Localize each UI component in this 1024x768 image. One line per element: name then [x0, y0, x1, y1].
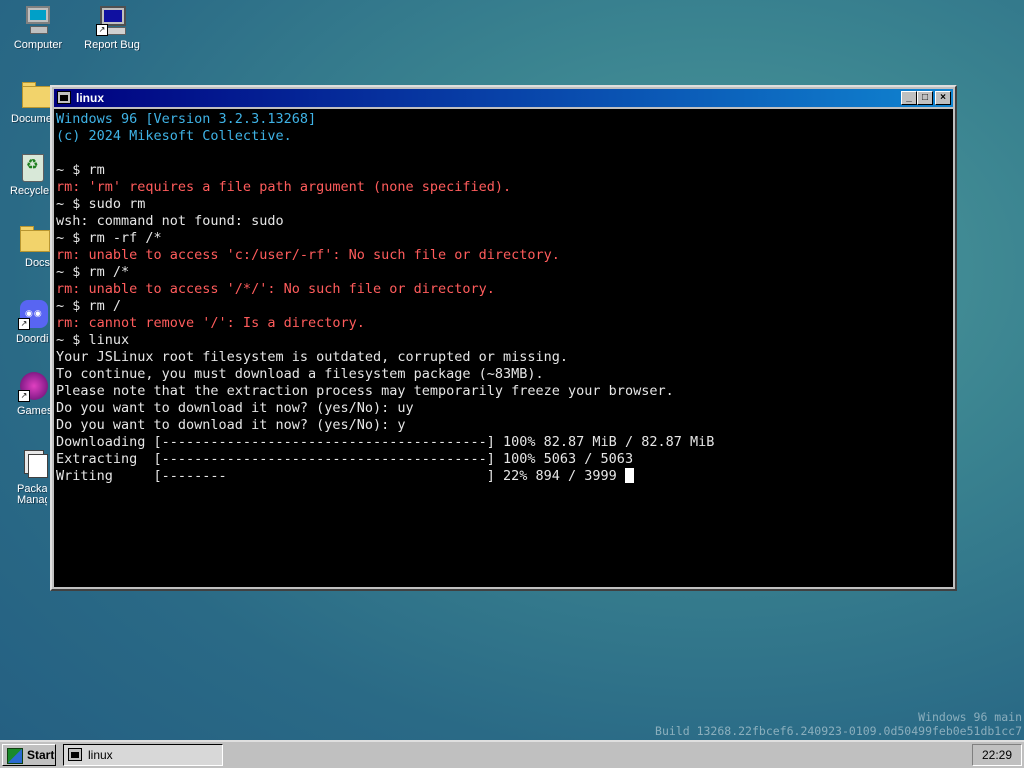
build-watermark: Windows 96 main Build 13268.22fbcef6.240…: [655, 710, 1022, 738]
desktop-icon-label: Doordi: [16, 334, 49, 345]
windows-logo-icon: [7, 748, 23, 764]
terminal-line: ~ $ rm: [56, 162, 105, 178]
games-icon: ↗: [18, 370, 50, 402]
taskbar-item-linux[interactable]: linux: [63, 744, 223, 766]
terminal-line: Please note that the extraction process …: [56, 383, 674, 399]
start-button[interactable]: Start: [2, 744, 56, 766]
terminal-app-icon: [68, 748, 82, 761]
terminal-line: rm: cannot remove '/': Is a directory.: [56, 315, 365, 331]
desktop-icon-label: Packa Manag: [17, 484, 47, 506]
window-titlebar[interactable]: linux _ □ ×: [54, 89, 953, 107]
terminal-line: (c) 2024 Mikesoft Collective.: [56, 128, 292, 144]
terminal-line: rm: 'rm' requires a file path argument (…: [56, 179, 512, 195]
recycle-bin-icon: [16, 150, 48, 182]
clock: 22:29: [981, 748, 1013, 762]
desktop-icon-label: Computer: [13, 40, 63, 51]
folder-icon: [20, 78, 52, 110]
desktop-icon-doordi[interactable]: ↗ Doordi: [0, 298, 50, 345]
desktop-icon-label: Docs: [25, 258, 50, 269]
terminal-line: Your JSLinux root filesystem is outdated…: [56, 349, 569, 365]
window-title: linux: [76, 91, 105, 105]
terminal-line: ~ $ rm /: [56, 298, 122, 314]
close-button[interactable]: ×: [935, 91, 951, 105]
terminal-line: Windows 96 [Version 3.2.3.13268]: [56, 111, 317, 127]
desktop-icon-label: Report Bug: [84, 40, 140, 51]
start-label: Start: [27, 748, 55, 762]
terminal-line: Extracting [----------------------------…: [56, 451, 634, 467]
report-bug-icon: ↗: [96, 4, 128, 36]
desktop-icon-computer[interactable]: Computer: [0, 4, 76, 51]
system-tray-clock[interactable]: 22:29: [972, 744, 1022, 766]
terminal-window[interactable]: linux _ □ × Windows 96 [Version 3.2.3.13…: [50, 85, 957, 591]
terminal-cursor: [624, 468, 634, 483]
maximize-button[interactable]: □: [917, 91, 933, 105]
desktop-icon-label: Recycle: [10, 186, 50, 197]
minimize-button[interactable]: _: [901, 91, 917, 105]
desktop-icon-report-bug[interactable]: ↗ Report Bug: [74, 4, 150, 51]
package-manager-icon: [18, 448, 50, 480]
desktop-icon-games[interactable]: ↗ Games: [0, 370, 50, 417]
terminal-output[interactable]: Windows 96 [Version 3.2.3.13268] (c) 2024…: [54, 109, 953, 587]
terminal-line: Do you want to download it now? (yes/No)…: [56, 417, 406, 433]
terminal-line: Writing [-------- ] 22% 894 / 3999: [56, 468, 953, 485]
terminal-line: ~ $ rm -rf /*: [56, 230, 162, 246]
taskbar-item-label: linux: [88, 748, 113, 762]
desktop-icon-package-manager[interactable]: Packa Manag: [0, 448, 50, 506]
folder-icon: [18, 222, 50, 254]
terminal-line: Downloading [---------------------------…: [56, 434, 715, 450]
desktop-icon-documents[interactable]: Docume: [0, 78, 52, 125]
computer-icon: [22, 4, 54, 36]
terminal-line: ~ $ linux: [56, 332, 130, 348]
terminal-line: Do you want to download it now? (yes/No)…: [56, 400, 414, 416]
watermark-build: Build 13268.22fbcef6.240923-0109.0d50499…: [655, 724, 1022, 738]
terminal-line: rm: unable to access 'c:/user/-rf': No s…: [56, 247, 560, 263]
terminal-line: wsh: command not found: sudo: [56, 213, 284, 229]
desktop-icon-docs[interactable]: Docs: [0, 222, 50, 269]
terminal-app-icon: [57, 91, 71, 104]
discord-icon: ↗: [18, 298, 50, 330]
terminal-line: ~ $ rm /*: [56, 264, 130, 280]
terminal-line: ~ $ sudo rm: [56, 196, 146, 212]
desktop-icon-recycle-bin[interactable]: Recycle: [0, 150, 50, 197]
watermark-edition: Windows 96 main: [918, 710, 1022, 724]
desktop-icon-label: Games: [17, 406, 50, 417]
desktop-icon-label: Docume: [11, 114, 50, 125]
terminal-line: rm: unable to access '/*/': No such file…: [56, 281, 495, 297]
taskbar: Start linux 22:29: [0, 740, 1024, 768]
terminal-line: To continue, you must download a filesys…: [56, 366, 544, 382]
